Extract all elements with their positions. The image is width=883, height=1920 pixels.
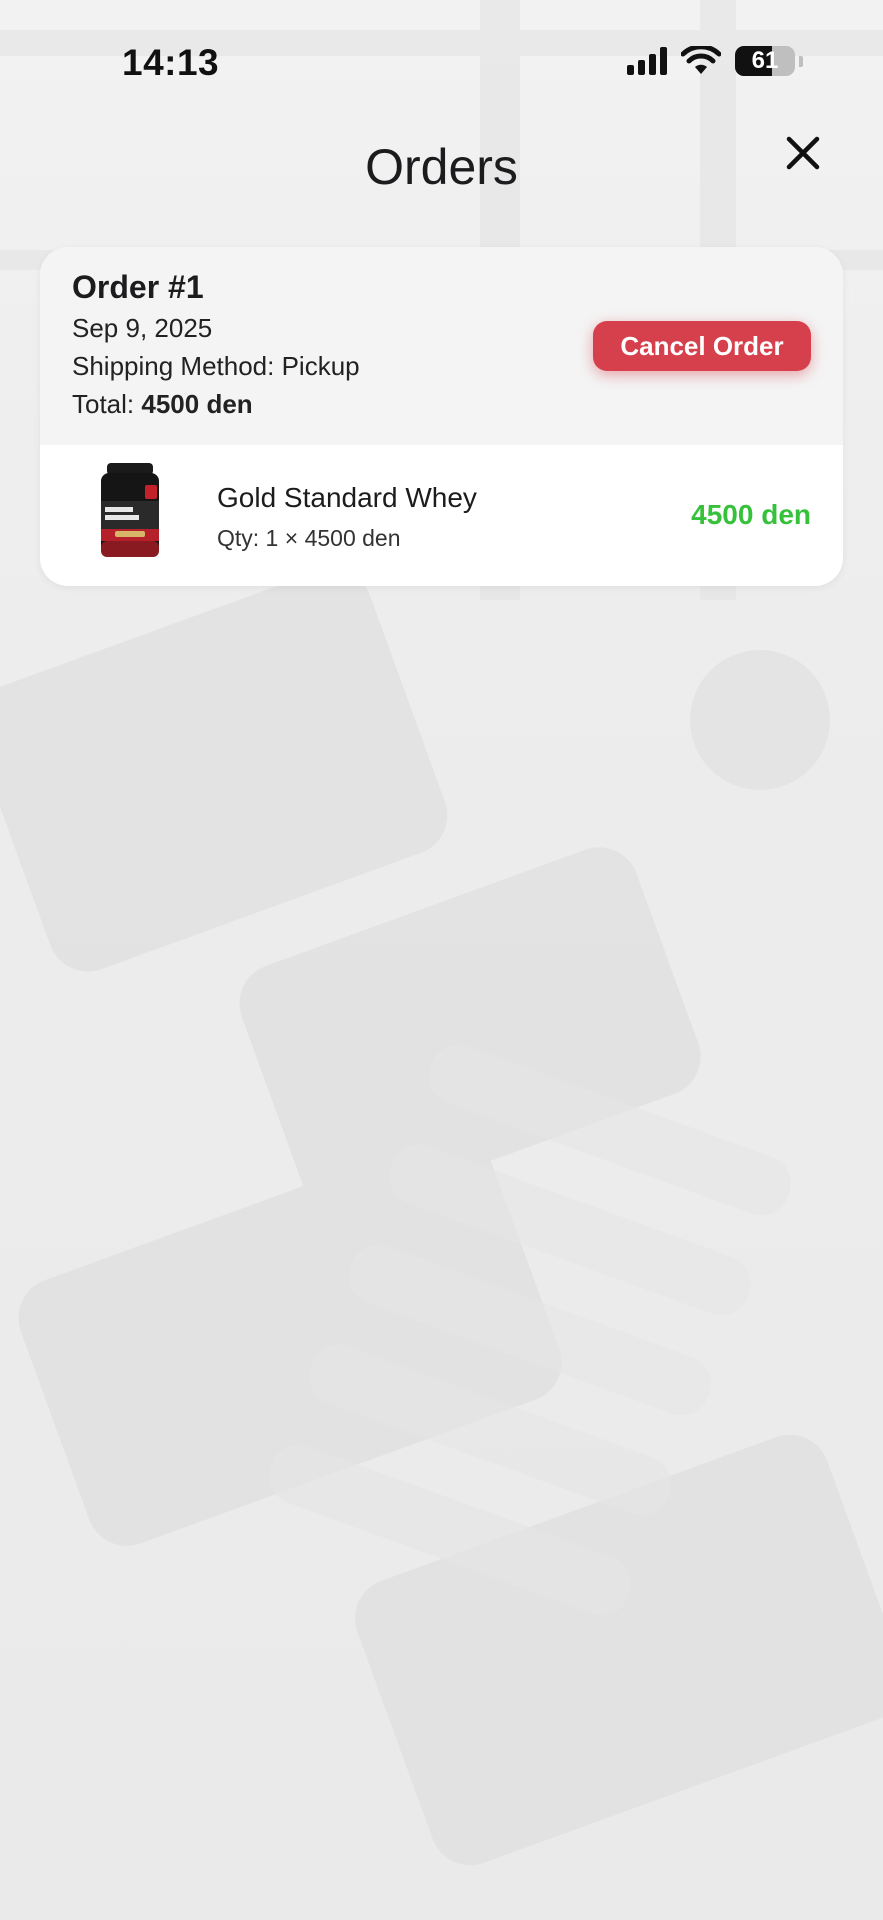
order-total-label: Total: <box>72 389 142 419</box>
item-name: Gold Standard Whey <box>217 482 477 513</box>
wifi-icon <box>681 46 721 74</box>
order-header: Order #1 Sep 9, 2025 Shipping Method: Pi… <box>40 247 843 445</box>
protein-tub-image <box>101 463 159 557</box>
battery-level: 61 <box>751 47 779 74</box>
cellular-signal-icon <box>627 47 667 75</box>
order-item-row[interactable]: Gold Standard Whey Qty: 1 × 4500 den 450… <box>40 445 843 586</box>
status-time: 14:13 <box>122 42 220 83</box>
item-quantity: Qty: 1 × 4500 den <box>217 525 401 551</box>
order-total-value: 4500 den <box>141 389 253 419</box>
close-icon <box>786 136 820 170</box>
order-shipping-method: Shipping Method: Pickup <box>72 351 360 381</box>
order-card: Order #1 Sep 9, 2025 Shipping Method: Pi… <box>40 247 843 586</box>
battery-cap <box>799 55 803 67</box>
close-button[interactable] <box>778 128 828 178</box>
order-title: Order #1 <box>72 269 204 305</box>
order-total: Total: 4500 den <box>72 389 253 420</box>
status-bar: 14:13 61 <box>0 0 883 120</box>
cancel-order-button[interactable]: Cancel Order <box>593 321 811 371</box>
item-price: 4500 den <box>691 499 811 530</box>
order-date: Sep 9, 2025 <box>72 313 213 343</box>
page-title: Orders <box>365 139 518 195</box>
battery-icon: 61 <box>735 46 795 76</box>
status-icons: 61 <box>627 46 803 76</box>
